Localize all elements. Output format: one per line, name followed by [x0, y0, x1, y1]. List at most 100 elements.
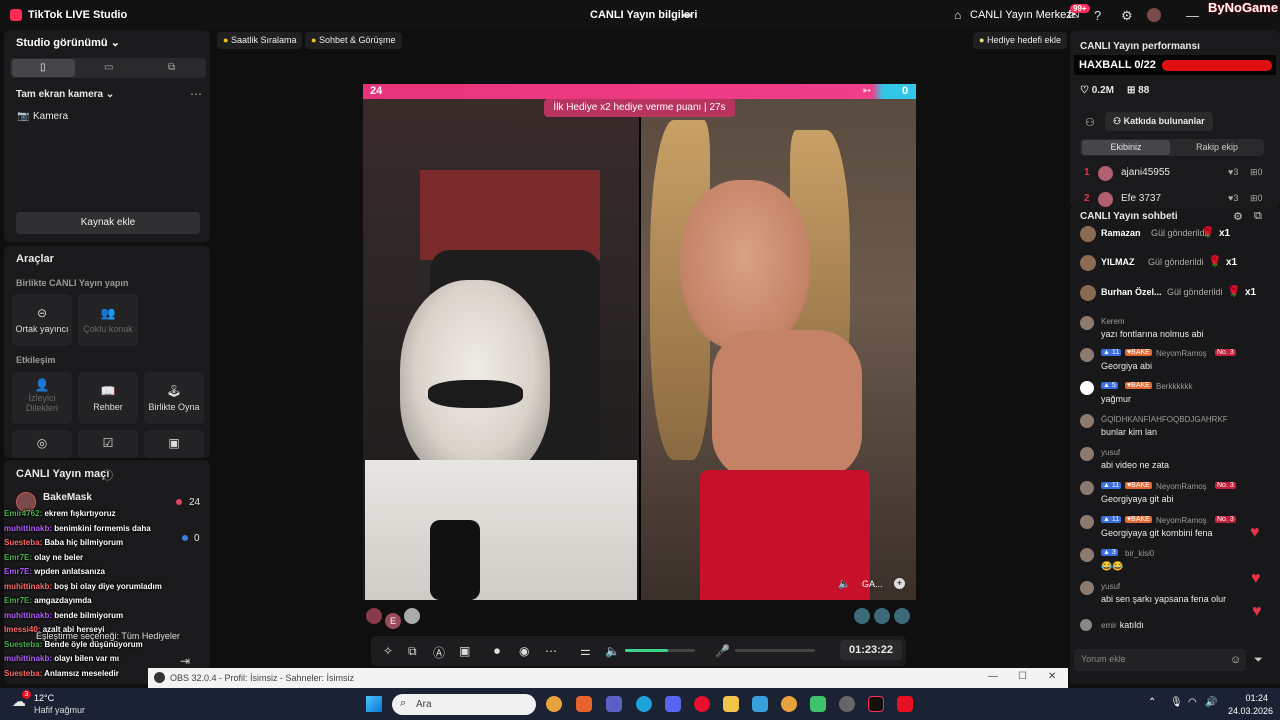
gear-icon[interactable]: ⚙: [1121, 8, 1133, 24]
contributors-button[interactable]: ⚇ Katkıda bulunanlar: [1105, 112, 1213, 131]
help-icon[interactable]: ?: [1094, 8, 1101, 23]
office-icon[interactable]: [576, 696, 592, 712]
user-avatar[interactable]: [1080, 348, 1094, 362]
multi-guest-button[interactable]: 👥 Çoklu konuk: [78, 294, 138, 346]
speaker-icon[interactable]: 🔈: [838, 579, 850, 590]
landscape-icon[interactable]: ▭: [104, 62, 113, 73]
seat-icon[interactable]: [894, 608, 910, 624]
tool-button-more-3[interactable]: ▣: [144, 430, 204, 458]
volume-icon[interactable]: 🔊: [1205, 697, 1217, 708]
chat-username[interactable]: NeyomRamoş: [1156, 516, 1207, 525]
volume-icon[interactable]: 🔈: [605, 644, 620, 658]
live-center-button[interactable]: CANLI Yayın Merkezi: [970, 9, 1074, 21]
popout-icon[interactable]: ⧉: [1254, 210, 1262, 223]
studio-view-dropdown[interactable]: Studio görünümü ⌄: [16, 36, 120, 49]
user-avatar[interactable]: [1080, 481, 1094, 495]
user-avatar[interactable]: [1080, 548, 1094, 562]
discord-icon[interactable]: [665, 696, 681, 712]
seat-icon[interactable]: [874, 608, 890, 624]
chat-message: yusuf abi video ne zata: [1080, 446, 1246, 476]
more-icon[interactable]: ⋯: [545, 644, 557, 658]
emoji-icon[interactable]: ☺: [1230, 654, 1241, 666]
add-source-button[interactable]: Kaynak ekle: [16, 212, 200, 234]
add-icon[interactable]: +: [894, 578, 905, 589]
play-together-button[interactable]: 🕹 Birlikte Oyna: [144, 372, 204, 424]
chat-username[interactable]: Berkkkkkk: [1156, 382, 1192, 391]
chat-username[interactable]: NeyomRamoş: [1156, 349, 1207, 358]
microphone-icon[interactable]: 🎙: [1170, 697, 1183, 708]
rank-row[interactable]: 1 ajani45955 ♥3 ⊞0: [1080, 166, 1266, 182]
more-icon[interactable]: ⋯: [190, 87, 202, 101]
maximize-icon[interactable]: ☐: [1018, 671, 1027, 682]
user-avatar[interactable]: [1080, 381, 1094, 395]
app-icon[interactable]: [810, 696, 826, 712]
taskbar-search[interactable]: [392, 694, 536, 715]
chrome-icon[interactable]: [781, 696, 797, 712]
guest-avatar[interactable]: E: [385, 613, 401, 629]
user-avatar[interactable]: [1080, 515, 1094, 529]
minimize-icon[interactable]: —: [988, 671, 998, 682]
chat-username[interactable]: yusuf: [1101, 448, 1120, 457]
obs-app-icon[interactable]: [839, 696, 855, 712]
capture-icon[interactable]: ◉: [519, 644, 529, 658]
camera-source[interactable]: Kamera: [33, 111, 68, 122]
help-icon[interactable]: ⓘ: [102, 467, 113, 483]
mail-icon[interactable]: [752, 696, 768, 712]
seat-icon[interactable]: [854, 608, 870, 624]
co-host-button[interactable]: ⊝ Ortak yayıncı: [12, 294, 72, 346]
chat-username[interactable]: Kerem: [1101, 317, 1125, 326]
microphone-icon[interactable]: 🎤: [715, 644, 730, 658]
record-icon[interactable]: ⏺: [494, 644, 500, 659]
youtube-icon[interactable]: [897, 696, 913, 712]
magic-wand-icon[interactable]: ✧: [383, 644, 393, 658]
chat-username[interactable]: bir_kisi0: [1125, 549, 1154, 558]
comet-icon: ➳: [862, 85, 872, 97]
tool-button-more-2[interactable]: ☑: [78, 430, 138, 458]
guest-avatar[interactable]: [366, 608, 382, 624]
settings-sliders-icon[interactable]: ⚌: [580, 644, 591, 658]
target-icon: ◎: [36, 436, 48, 450]
user-avatar[interactable]: [1080, 447, 1094, 461]
hourly-rank-chip[interactable]: ● Saatlik Sıralama: [217, 32, 303, 49]
tool-button-more-1[interactable]: ◎: [12, 430, 72, 458]
start-button[interactable]: [366, 696, 382, 712]
rank-row[interactable]: 2 Efe 3737 ♥3 ⊞0: [1080, 192, 1266, 208]
edge-icon[interactable]: [636, 696, 652, 712]
filter-icon[interactable]: ⏷: [1254, 654, 1263, 667]
opera-icon[interactable]: [694, 696, 710, 712]
teams-icon[interactable]: [606, 696, 622, 712]
chat-username[interactable]: ĞQİDHKANFİAHFOQBDJGAHRKF: [1101, 415, 1228, 424]
gear-icon[interactable]: ⚙: [1233, 210, 1243, 223]
close-icon[interactable]: ✕: [1048, 671, 1056, 682]
tiktok-app-icon[interactable]: [868, 696, 884, 712]
comment-input[interactable]: Yorum ekle: [1074, 649, 1246, 671]
viewer-wishes-button[interactable]: 👤 İzleyici Dilekleri: [12, 372, 72, 424]
tab-our-team[interactable]: Ekibiniz: [1082, 140, 1170, 155]
chat-username[interactable]: yusuf: [1101, 582, 1120, 591]
exit-icon[interactable]: ⇥: [180, 654, 190, 668]
chat-username[interactable]: NeyomRamoş: [1156, 482, 1207, 491]
user-avatar[interactable]: [1080, 316, 1094, 330]
user-avatar[interactable]: [1080, 414, 1094, 428]
tab-rival-team[interactable]: Rakip ekip: [1172, 140, 1262, 155]
share-icon[interactable]: ➦: [682, 8, 692, 22]
user-avatar[interactable]: [1080, 581, 1094, 595]
dual-view-icon[interactable]: ⧉: [168, 62, 175, 73]
guest-avatar[interactable]: [404, 608, 420, 624]
wifi-icon[interactable]: ◠: [1188, 697, 1197, 708]
chat-meet-chip[interactable]: ● Sohbet & Görüşme: [305, 32, 402, 49]
minimize-icon[interactable]: —: [1186, 8, 1199, 23]
overlay-chat-text: olayı bilen var mı: [52, 654, 120, 663]
effects-icon[interactable]: ⧉: [408, 644, 417, 659]
scene-dropdown[interactable]: Tam ekran kamera ⌄: [16, 89, 114, 100]
ai-icon[interactable]: Ⓐ: [433, 644, 445, 661]
guide-button[interactable]: 📖 Rehber: [78, 372, 138, 424]
file-explorer-icon[interactable]: [723, 696, 739, 712]
chrome-icon[interactable]: [546, 696, 562, 712]
chevron-up-icon[interactable]: ⌃: [1148, 697, 1156, 708]
avatar[interactable]: [1147, 8, 1161, 22]
screen-icon[interactable]: ▣: [459, 644, 470, 658]
mic-level-slider[interactable]: [735, 649, 815, 652]
contributors-icon[interactable]: ⚇: [1085, 116, 1095, 129]
gift-goal-chip[interactable]: ● Hediye hedefi ekle: [973, 32, 1068, 49]
